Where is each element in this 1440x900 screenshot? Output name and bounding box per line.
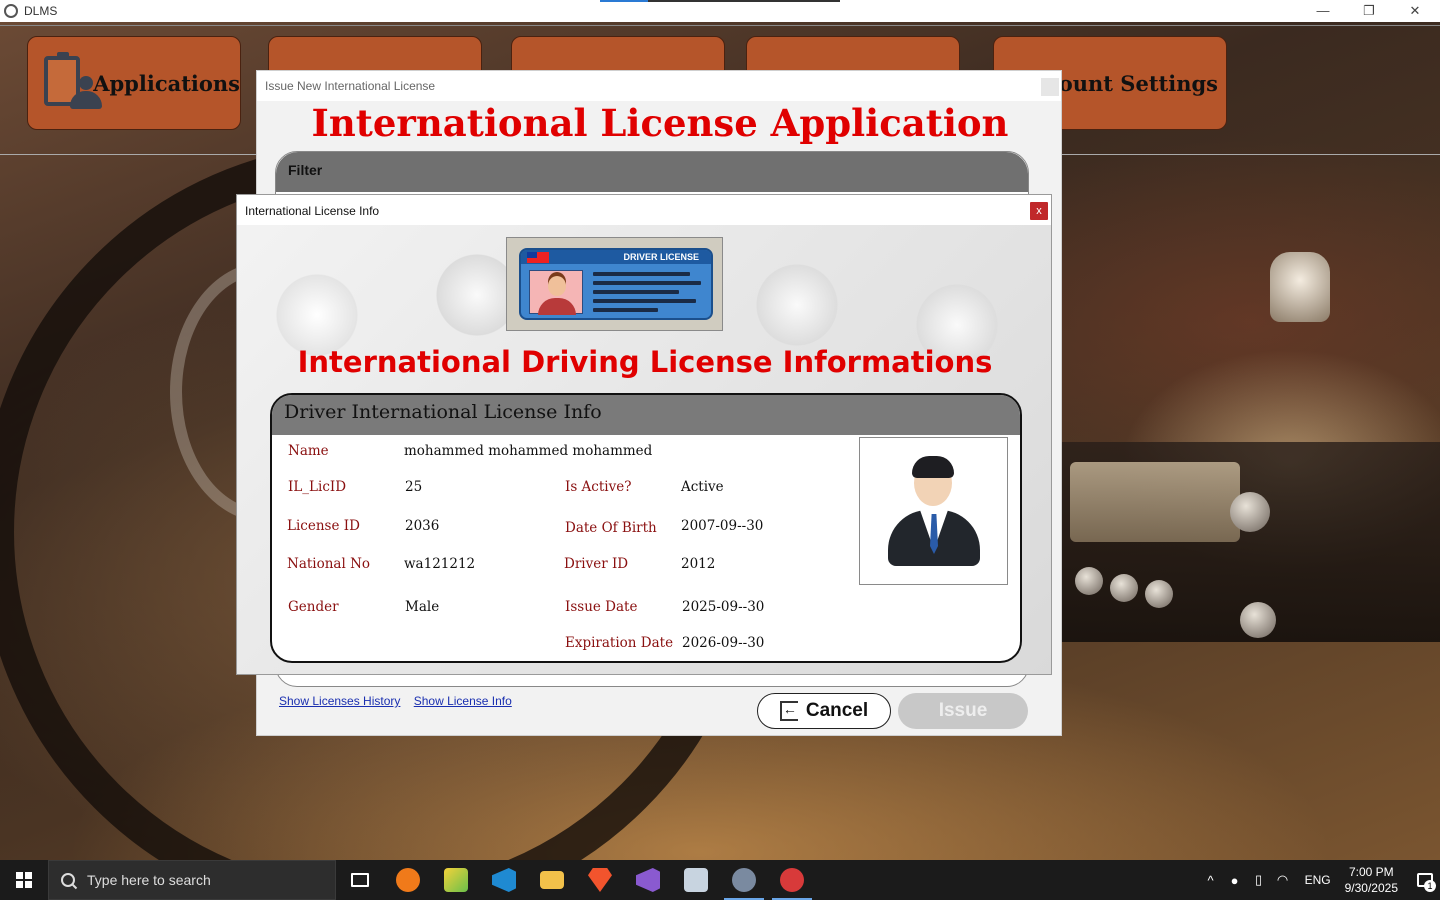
minimize-button[interactable]: — bbox=[1300, 0, 1346, 22]
issue-window-caption: Issue New International License bbox=[257, 71, 1061, 101]
app-window-icon[interactable] bbox=[672, 860, 720, 900]
gender-label: Gender bbox=[288, 599, 339, 615]
license-info-groupbox: Driver International License Info Name m… bbox=[270, 393, 1022, 663]
expiration-date-value: 2026-09--30 bbox=[682, 635, 765, 651]
knob-shape bbox=[1145, 580, 1173, 608]
restore-button[interactable]: ❐ bbox=[1346, 0, 1392, 22]
close-button[interactable]: ✕ bbox=[1392, 0, 1438, 22]
visual-studio-icon[interactable] bbox=[624, 860, 672, 900]
notification-center-button[interactable]: 1 bbox=[1410, 860, 1440, 900]
driver-license-image: DRIVER LICENSE bbox=[506, 237, 723, 331]
window-titlebar: DLMS — ❐ ✕ bbox=[0, 0, 1440, 22]
dialog-caption-text: International License Info bbox=[245, 204, 380, 218]
start-button[interactable] bbox=[0, 860, 48, 900]
flag-icon bbox=[527, 252, 549, 263]
windows-icon bbox=[16, 872, 32, 888]
app-icon bbox=[4, 4, 18, 18]
card-banner: DRIVER LICENSE bbox=[521, 250, 711, 264]
issue-window-title: International License Application bbox=[311, 101, 1009, 145]
app-dlms-icon[interactable] bbox=[720, 860, 768, 900]
license-id-label: License ID bbox=[287, 518, 360, 534]
date-of-birth-value: 2007-09--30 bbox=[681, 518, 764, 534]
clock[interactable]: 7:00 PM 9/30/2025 bbox=[1345, 864, 1398, 896]
window-title: DLMS bbox=[24, 4, 58, 18]
notification-badge: 1 bbox=[1424, 880, 1436, 892]
radio-dial-shape bbox=[1070, 462, 1240, 542]
national-no-label: National No bbox=[287, 556, 371, 572]
cup-shape bbox=[1270, 252, 1330, 322]
gender-value: Male bbox=[405, 599, 440, 615]
il-licid-value: 25 bbox=[405, 479, 423, 495]
knob-shape bbox=[1230, 492, 1270, 532]
filter-header: Filter bbox=[276, 152, 1028, 192]
task-view-icon[interactable] bbox=[336, 860, 384, 900]
language-indicator[interactable]: ENG bbox=[1305, 873, 1331, 887]
license-info-header: Driver International License Info bbox=[272, 395, 1020, 435]
is-active-label: Is Active? bbox=[565, 479, 632, 495]
wifi-icon[interactable]: ◠ bbox=[1271, 872, 1295, 888]
knob-shape bbox=[1240, 602, 1276, 638]
card-photo-icon bbox=[529, 270, 583, 315]
issue-date-value: 2025-09--30 bbox=[682, 599, 765, 615]
il-licid-label: IL_LicID bbox=[288, 479, 347, 495]
driver-photo bbox=[859, 437, 1008, 585]
expiration-date-label: Expiration Date bbox=[565, 635, 674, 651]
knob-shape bbox=[1110, 574, 1138, 602]
dialog-close-button[interactable]: x bbox=[1030, 202, 1048, 220]
name-value: mohammed mohammed mohammed bbox=[404, 443, 653, 459]
driver-license-card-icon: DRIVER LICENSE bbox=[519, 248, 713, 320]
date-of-birth-label: Date Of Birth bbox=[565, 520, 657, 536]
search-icon bbox=[58, 870, 78, 890]
clock-time: 7:00 PM bbox=[1348, 865, 1394, 879]
issue-window-control[interactable] bbox=[1041, 78, 1059, 96]
name-label: Name bbox=[288, 443, 329, 459]
tray-app-icon[interactable]: ● bbox=[1223, 873, 1247, 888]
taskbar: Type here to search ^ ● ▯ ◠ ENG 7:00 PM … bbox=[0, 860, 1440, 900]
search-placeholder: Type here to search bbox=[87, 872, 211, 888]
issue-button[interactable]: Issue bbox=[898, 693, 1028, 729]
tray-chevron-icon[interactable]: ^ bbox=[1199, 873, 1223, 888]
cancel-button[interactable]: Cancel bbox=[757, 693, 891, 729]
brave-icon[interactable] bbox=[576, 860, 624, 900]
app-sticky-icon[interactable] bbox=[432, 860, 480, 900]
cancel-label: Cancel bbox=[805, 700, 869, 721]
dialog-heading: International Driving License Informatio… bbox=[297, 345, 993, 379]
app-orange-icon[interactable] bbox=[384, 860, 432, 900]
driver-id-label: Driver ID bbox=[564, 556, 629, 572]
issue-links: Show Licenses History Show License Info bbox=[279, 694, 522, 708]
menu-applications-label: Applications bbox=[93, 70, 240, 96]
issue-date-label: Issue Date bbox=[565, 599, 638, 615]
show-licenses-history-link[interactable]: Show Licenses History bbox=[279, 694, 400, 708]
show-license-info-link[interactable]: Show License Info bbox=[414, 694, 512, 708]
card-text-lines bbox=[593, 272, 701, 317]
issue-window-caption-text: Issue New International License bbox=[265, 79, 436, 93]
clock-date: 9/30/2025 bbox=[1344, 881, 1398, 895]
vscode-icon[interactable] bbox=[480, 860, 528, 900]
knob-shape bbox=[1075, 567, 1103, 595]
battery-icon[interactable]: ▯ bbox=[1247, 872, 1271, 888]
taskbar-search-box[interactable]: Type here to search bbox=[48, 860, 336, 900]
dialog-caption: International License Info bbox=[237, 195, 1051, 225]
driver-id-value: 2012 bbox=[681, 556, 716, 572]
exit-icon bbox=[779, 701, 798, 721]
file-explorer-icon[interactable] bbox=[528, 860, 576, 900]
is-active-value: Active bbox=[681, 479, 724, 495]
system-tray: ^ ● ▯ ◠ ENG 7:00 PM 9/30/2025 1 bbox=[1199, 860, 1440, 900]
international-license-info-dialog: International License Info x DRIVER LICE… bbox=[236, 194, 1052, 675]
titlebar-accent-highlight bbox=[600, 0, 648, 2]
license-id-value: 2036 bbox=[405, 518, 440, 534]
national-no-value: wa121212 bbox=[404, 556, 476, 572]
issue-label: Issue bbox=[938, 700, 988, 721]
menu-applications-button[interactable]: Applications bbox=[27, 36, 241, 130]
clipboard-user-icon bbox=[40, 52, 102, 114]
app-tools-icon[interactable] bbox=[768, 860, 816, 900]
